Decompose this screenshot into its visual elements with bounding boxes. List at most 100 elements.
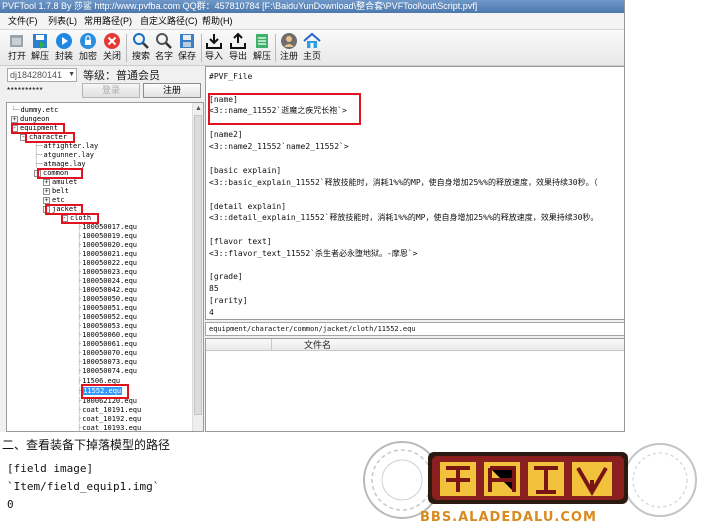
tree-node[interactable]: ├100050023.equ <box>77 268 137 277</box>
tree-node[interactable]: + dungeon <box>11 115 50 124</box>
export-button[interactable]: 导出 <box>227 31 249 64</box>
tree-node[interactable]: + amulet <box>43 178 77 187</box>
expand-icon: + <box>43 186 50 195</box>
import-icon <box>206 34 222 49</box>
editor-line: <3::flavor_text_11552`杀生者必永堕地狱。-摩恩`> <box>209 249 418 258</box>
tree-node[interactable]: ├100050050.equ <box>77 295 137 304</box>
close-button[interactable]: 关闭 <box>101 31 123 64</box>
column-header-filename[interactable]: 文件名 <box>304 339 331 351</box>
close-icon <box>104 33 120 49</box>
script-editor[interactable]: #PVF_File [name] <3::name_11552`逝魔之疾咒长袍`… <box>205 66 624 320</box>
editor-line: 85 <box>209 284 219 293</box>
tree-node[interactable]: - cloth <box>61 214 91 223</box>
editor-line: [grade] <box>209 272 243 281</box>
tree-node[interactable]: ├100050021.equ <box>77 250 137 259</box>
lock-icon <box>80 33 96 49</box>
current-path: equipment/character/common/jacket/cloth/… <box>205 322 624 336</box>
save-icon <box>33 34 47 49</box>
tree-node[interactable]: ├100050017.equ <box>77 223 137 232</box>
menu-file[interactable]: 文件(F) <box>8 15 38 27</box>
password-field[interactable]: ********** <box>7 85 77 98</box>
code-line: `Item/field_equip1.img` <box>7 480 160 493</box>
tree-scrollbar[interactable]: ▲ <box>192 103 203 431</box>
menu-list[interactable]: 列表(L) <box>48 15 77 27</box>
unpack-button[interactable]: 解压 <box>29 31 51 64</box>
tree-node[interactable]: ├100050042.equ <box>77 286 137 295</box>
menu-common-paths[interactable]: 常用路径(P) <box>84 15 132 27</box>
tree-node[interactable]: + belt <box>43 187 69 196</box>
code-line: [field image] <box>7 462 94 475</box>
user-icon <box>281 33 297 49</box>
editor-line: 4 <box>209 308 214 317</box>
tree-node[interactable]: - character <box>20 133 67 142</box>
tree-node[interactable]: ├coat_10193.equ <box>77 424 141 431</box>
expand-icon: + <box>43 195 50 204</box>
code-snippet: [field image] `Item/field_equip1.img` 0 <box>0 454 360 530</box>
editor-line: <3::detail_explain_11552`释放技能时，消耗1%%的MP，… <box>209 213 599 222</box>
tree-node[interactable]: - common <box>34 169 68 178</box>
menu-custom-paths[interactable]: 自定义路径(C) <box>140 15 198 27</box>
pvftool-window: PVFTool 1.7.8 By 莎鲨 http://www.pvfba.com… <box>0 0 625 432</box>
tree-node[interactable]: ├─atfighter.lay <box>34 142 98 151</box>
save-button[interactable]: 保存 <box>176 31 198 64</box>
tree-node[interactable]: ├100050019.equ <box>77 232 137 241</box>
encrypt-button[interactable]: 加密 <box>77 31 99 64</box>
tree-node[interactable]: ├100050024.equ <box>77 277 137 286</box>
column-header-blank[interactable] <box>206 339 272 351</box>
tree-node[interactable]: ├coat_10192.equ <box>77 415 141 424</box>
editor-line: [rarity] <box>209 296 248 305</box>
tree-node[interactable]: ├100050053.equ <box>77 322 137 331</box>
tree-node[interactable]: ├100050051.equ <box>77 304 137 313</box>
tree-node[interactable]: ├─atgunner.lay <box>34 151 94 160</box>
document-icon <box>256 34 268 48</box>
tree-node[interactable]: ├100062120.equ <box>77 397 137 406</box>
open-icon <box>10 35 23 47</box>
register-button[interactable]: 注册 <box>143 83 201 98</box>
scroll-up-icon[interactable]: ▲ <box>195 105 202 112</box>
editor-line: #PVF_File <box>209 72 253 81</box>
editor-line: [basic explain] <box>209 166 282 175</box>
tree-node[interactable]: ├100050070.equ <box>77 349 137 358</box>
collapse-icon: - <box>34 168 41 177</box>
tree-node[interactable]: ├coat_10191.equ <box>77 406 141 415</box>
play-icon <box>56 33 72 49</box>
tree-node[interactable]: ├100050060.equ <box>77 331 137 340</box>
tree-node-selected[interactable]: ├ 11552.equ <box>77 387 123 396</box>
editor-line: [flavor text] <box>209 237 272 246</box>
tree-node[interactable]: + etc <box>43 196 65 205</box>
editor-line: <3::basic_explain_11552`释放技能时，消耗1%%的MP，使… <box>209 178 598 187</box>
pack-button[interactable]: 封装 <box>53 31 75 64</box>
tree-node[interactable]: ├100050061.equ <box>77 340 137 349</box>
import-button[interactable]: 导入 <box>203 31 225 64</box>
tree-node[interactable]: ├100050052.equ <box>77 313 137 322</box>
scroll-thumb[interactable] <box>194 115 202 415</box>
tree-node[interactable]: └─dummy.etc <box>11 106 58 115</box>
forum-banner: BBS.ALADEDALU.COM <box>360 432 714 530</box>
collapse-icon: - <box>20 132 27 141</box>
tree-node[interactable]: ├100050020.equ <box>77 241 137 250</box>
tree-node[interactable]: ├100050022.equ <box>77 259 137 268</box>
extract-button[interactable]: 解压 <box>251 31 273 64</box>
tree-node[interactable]: ├11506.equ <box>77 377 120 386</box>
tree-node[interactable]: ├100050073.equ <box>77 358 137 367</box>
file-list-header: 文件名 <box>206 339 624 351</box>
file-tree[interactable]: ▲ └─dummy.etc + dungeon - equipment - chara… <box>6 102 204 432</box>
homepage-button[interactable]: 主页 <box>301 31 323 64</box>
login-button[interactable]: 登录 <box>82 83 140 98</box>
tree-node[interactable]: ├100050074.equ <box>77 367 137 376</box>
expand-icon: + <box>11 114 18 123</box>
editor-line: <3::name_11552`逝魔之疾咒长袍`> <box>209 106 347 115</box>
tree-node[interactable]: - jacket <box>43 205 77 214</box>
home-icon <box>303 32 321 48</box>
search-icon <box>133 33 149 49</box>
left-panel: dj184280141 ▼ 等级：普通会员 ********** 登录 注册 ▲… <box>0 66 205 432</box>
user-select[interactable]: dj184280141 ▼ <box>7 68 77 82</box>
member-level: 等级：普通会员 <box>83 70 160 82</box>
menu-bar: 文件(F) 列表(L) 常用路径(P) 自定义路径(C) 帮助(H) <box>0 13 624 30</box>
editor-line: [name] <box>209 95 238 104</box>
menu-help[interactable]: 帮助(H) <box>202 15 233 27</box>
collapse-icon: - <box>43 204 50 213</box>
file-list[interactable]: 文件名 <box>205 338 624 432</box>
tree-node[interactable]: ├─atmage.lay <box>34 160 86 169</box>
tree-node[interactable]: - equipment <box>11 124 58 133</box>
